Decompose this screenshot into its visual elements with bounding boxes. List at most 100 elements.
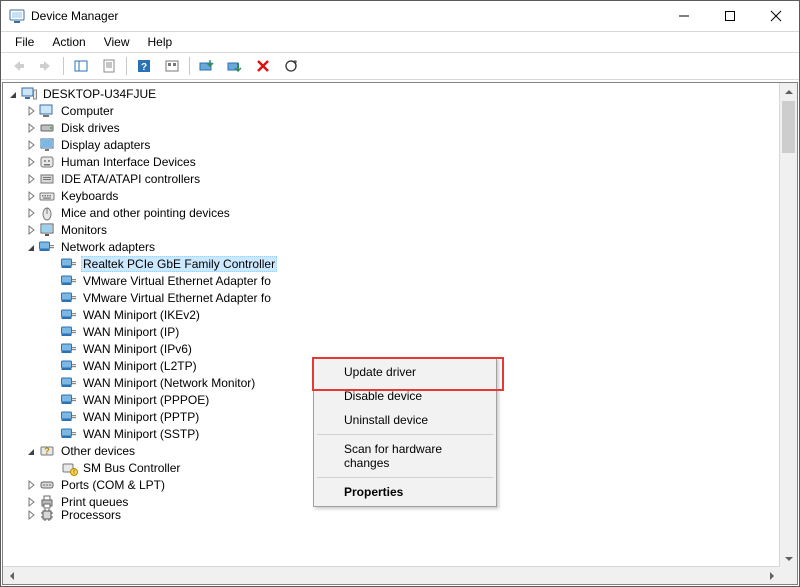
menu-help[interactable]: Help <box>140 34 181 50</box>
window-title: Device Manager <box>31 9 118 23</box>
tree-device-label: VMware Virtual Ethernet Adapter fo <box>81 291 273 305</box>
scroll-right-arrow[interactable] <box>763 567 780 584</box>
tree-category[interactable]: IDE ATA/ATAPI controllers <box>3 170 780 187</box>
expander-icon[interactable] <box>25 156 37 168</box>
other-icon: ? <box>39 443 55 459</box>
tree-category[interactable]: Disk drives <box>3 119 780 136</box>
tree-device-label: VMware Virtual Ethernet Adapter fo <box>81 274 273 288</box>
tree-device-label: WAN Miniport (IPv6) <box>81 342 194 356</box>
tree-device[interactable]: WAN Miniport (IPv6) <box>3 340 780 357</box>
expander-icon <box>47 360 59 372</box>
update-driver-button[interactable] <box>194 54 220 78</box>
context-menu: Update driverDisable deviceUninstall dev… <box>313 357 497 507</box>
tree-category-label: Ports (COM & LPT) <box>59 478 167 492</box>
expander-icon <box>47 377 59 389</box>
forward-button[interactable] <box>33 54 59 78</box>
menu-file[interactable]: File <box>7 34 42 50</box>
tree-root[interactable]: DESKTOP-U34FJUE <box>3 85 780 102</box>
horizontal-scrollbar[interactable] <box>3 566 780 584</box>
tree-device[interactable]: VMware Virtual Ethernet Adapter fo <box>3 289 780 306</box>
computer-root-icon <box>21 86 37 102</box>
scroll-up-arrow[interactable] <box>780 83 797 100</box>
expander-icon[interactable] <box>25 445 37 457</box>
tree-category[interactable]: Human Interface Devices <box>3 153 780 170</box>
context-menu-separator <box>317 434 493 435</box>
expander-icon[interactable] <box>7 88 19 100</box>
maximize-button[interactable] <box>707 1 753 31</box>
toolbar-separator <box>189 57 190 75</box>
minimize-button[interactable] <box>661 1 707 31</box>
expander-icon[interactable] <box>25 241 37 253</box>
expander-icon <box>47 428 59 440</box>
processor-icon <box>39 507 55 523</box>
window-controls <box>661 1 799 31</box>
expander-icon[interactable] <box>25 224 37 236</box>
uninstall-device-button[interactable] <box>250 54 276 78</box>
expander-icon[interactable] <box>25 105 37 117</box>
show-hide-console-tree-button[interactable] <box>68 54 94 78</box>
tree-category-label: Other devices <box>59 444 137 458</box>
tree-category[interactable]: Keyboards <box>3 187 780 204</box>
action-center-button[interactable] <box>159 54 185 78</box>
tree-category-label: Computer <box>59 104 116 118</box>
tree-device[interactable]: WAN Miniport (IP) <box>3 323 780 340</box>
tree-category-label: Print queues <box>59 495 130 509</box>
tree-category-label: Network adapters <box>59 240 157 254</box>
context-menu-item[interactable]: Update driver <box>316 360 494 384</box>
vertical-scrollbar[interactable] <box>779 83 797 567</box>
tree-device-label: SM Bus Controller <box>81 461 182 475</box>
tree-device-label: Realtek PCIe GbE Family Controller <box>81 256 277 272</box>
tree-category-label: IDE ATA/ATAPI controllers <box>59 172 202 186</box>
back-button[interactable] <box>5 54 31 78</box>
network-icon <box>61 341 77 357</box>
ports-icon <box>39 477 55 493</box>
scroll-left-arrow[interactable] <box>3 567 20 584</box>
properties-button[interactable] <box>96 54 122 78</box>
tree-category[interactable]: Processors <box>3 510 780 520</box>
context-menu-item[interactable]: Disable device <box>316 384 494 408</box>
network-icon <box>61 273 77 289</box>
expander-icon[interactable] <box>25 122 37 134</box>
network-icon <box>61 409 77 425</box>
network-icon <box>61 426 77 442</box>
tree-category[interactable]: Display adapters <box>3 136 780 153</box>
network-icon <box>61 375 77 391</box>
network-icon <box>39 239 55 255</box>
tree-category[interactable]: Mice and other pointing devices <box>3 204 780 221</box>
tree-category-label: Mice and other pointing devices <box>59 206 232 220</box>
tree-device[interactable]: WAN Miniport (IKEv2) <box>3 306 780 323</box>
expander-icon <box>47 258 59 270</box>
expander-icon[interactable] <box>25 207 37 219</box>
tree-category[interactable]: Network adapters <box>3 238 780 255</box>
menu-action[interactable]: Action <box>44 34 93 50</box>
content-area: DESKTOP-U34FJUE Computer Disk drivesDispla… <box>1 80 799 586</box>
context-menu-item[interactable]: Scan for hardware changes <box>316 437 494 475</box>
tree-category-label: Disk drives <box>59 121 122 135</box>
expander-icon[interactable] <box>25 496 37 508</box>
expander-icon[interactable] <box>25 479 37 491</box>
tree-category-label: Human Interface Devices <box>59 155 198 169</box>
menu-view[interactable]: View <box>96 34 138 50</box>
display-icon <box>39 137 55 153</box>
tree-device[interactable]: VMware Virtual Ethernet Adapter fo <box>3 272 780 289</box>
scan-hardware-button[interactable] <box>278 54 304 78</box>
expander-icon <box>47 309 59 321</box>
expander-icon[interactable] <box>25 190 37 202</box>
context-menu-item[interactable]: Uninstall device <box>316 408 494 432</box>
context-menu-item[interactable]: Properties <box>316 480 494 504</box>
mouse-icon <box>39 205 55 221</box>
tree-category[interactable]: Computer <box>3 102 780 119</box>
svg-text:!: ! <box>73 470 75 476</box>
close-button[interactable] <box>753 1 799 31</box>
tree-device[interactable]: Realtek PCIe GbE Family Controller <box>3 255 780 272</box>
expander-icon[interactable] <box>25 173 37 185</box>
expander-icon[interactable] <box>25 509 37 521</box>
expander-icon[interactable] <box>25 139 37 151</box>
disable-device-button[interactable] <box>222 54 248 78</box>
scroll-down-arrow[interactable] <box>780 550 797 567</box>
tree-category[interactable]: Monitors <box>3 221 780 238</box>
help-button[interactable]: ? <box>131 54 157 78</box>
tree-device-label: WAN Miniport (SSTP) <box>81 427 201 441</box>
scroll-thumb[interactable] <box>782 101 795 153</box>
toolbar-separator <box>63 57 64 75</box>
